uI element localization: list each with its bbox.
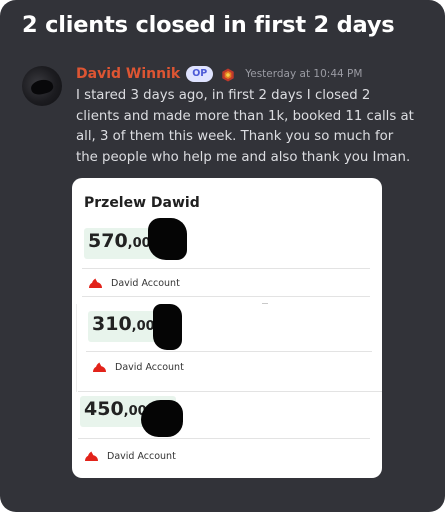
- amount-integer: 570: [88, 230, 128, 252]
- message-text: I stared 3 days ago, in first 2 days I c…: [76, 88, 414, 165]
- divider: [82, 268, 370, 269]
- bank-logo-icon: [92, 362, 107, 373]
- account-name: David Account: [115, 362, 184, 373]
- account-row: David Account: [88, 278, 180, 289]
- timestamp: Yesterday at 10:44 PM: [245, 68, 363, 80]
- account-name: David Account: [107, 451, 176, 462]
- message-header: David Winnik OP Yesterday at 10:44 PM: [76, 64, 362, 84]
- bank-logo-icon: [88, 278, 103, 289]
- forum-post: 2 clients closed in first 2 days David W…: [0, 0, 445, 512]
- account-name: David Account: [111, 278, 180, 289]
- screenshot-edge: [76, 304, 77, 392]
- author-name[interactable]: David Winnik: [76, 66, 180, 82]
- bank-logo-icon: [84, 451, 99, 462]
- avatar[interactable]: [22, 66, 62, 106]
- receipt-title: Przelew Dawid: [84, 195, 200, 211]
- divider: [78, 391, 382, 392]
- post-title: 2 clients closed in first 2 days: [22, 12, 395, 38]
- redaction-mark: [141, 400, 183, 437]
- avatar-image: [29, 77, 55, 97]
- account-row: David Account: [92, 362, 184, 373]
- op-badge: OP: [186, 66, 214, 82]
- divider: [86, 351, 372, 352]
- divider: [78, 438, 370, 439]
- attachment-image[interactable]: Przelew Dawid 570 ,00 David Account 310 …: [72, 178, 382, 478]
- redaction-mark: [153, 304, 182, 350]
- amount-decimal: ,00: [131, 319, 155, 334]
- amount-integer: 310: [92, 313, 132, 335]
- hexagon-role-icon[interactable]: [221, 67, 235, 82]
- scan-artifact: [262, 303, 268, 304]
- account-row: David Account: [84, 451, 176, 462]
- divider: [82, 296, 370, 297]
- redaction-mark: [148, 218, 187, 260]
- amount-integer: 450: [84, 398, 124, 420]
